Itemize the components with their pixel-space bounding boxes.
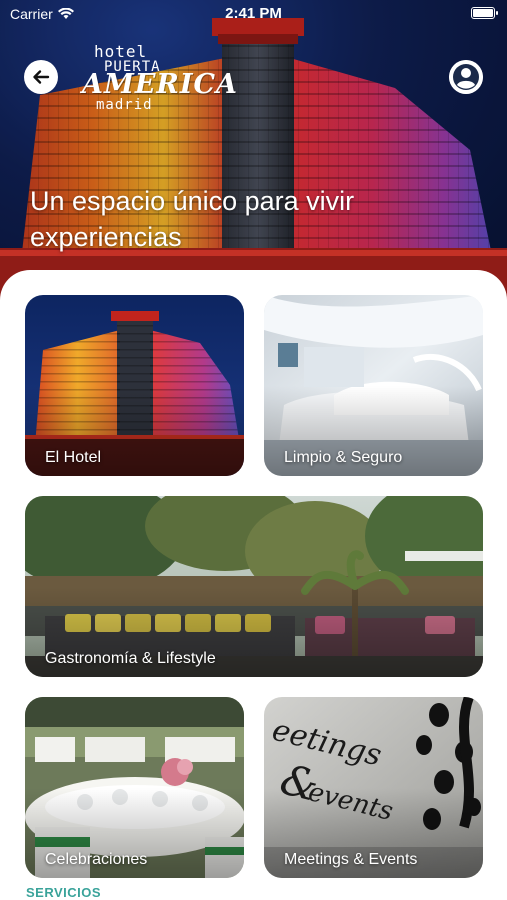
logo-line-madrid: madrid (96, 97, 153, 113)
status-bar: Carrier 2:41 PM (0, 0, 507, 28)
hero-title: Un espacio único para vivir experiencias (30, 186, 355, 252)
section-title-servicios: SERVICIOS (26, 885, 102, 900)
card-label: Meetings & Events (284, 851, 418, 868)
arrow-left-icon (33, 70, 50, 84)
logo-line-america: AMERICA (82, 69, 238, 100)
card-label: Celebraciones (45, 851, 148, 868)
card-gastronomia-lifestyle[interactable]: Gastronomía & Lifestyle (25, 496, 483, 677)
user-icon (449, 60, 483, 94)
card-label: El Hotel (45, 449, 102, 466)
clock: 2:41 PM (225, 5, 282, 22)
hotel-logo: hotel PUERTA AMERICA madrid (82, 42, 237, 114)
battery-icon (471, 7, 498, 19)
card-celebraciones[interactable]: Celebraciones (25, 697, 244, 878)
card-el-hotel[interactable]: El Hotel (25, 295, 244, 476)
card-meetings-events[interactable]: eetings & events Meetings & Events (264, 697, 483, 878)
card-label: Limpio & Seguro (284, 449, 403, 466)
hotel-building-image (0, 0, 507, 300)
card-label: Gastronomía & Lifestyle (45, 650, 216, 667)
hero-banner: Carrier 2:41 PM hotel PUERTA AMERICA mad… (0, 0, 507, 300)
back-button[interactable] (24, 60, 58, 94)
profile-button[interactable] (449, 60, 483, 94)
card-limpio-seguro[interactable]: Limpio & Seguro (264, 295, 483, 476)
